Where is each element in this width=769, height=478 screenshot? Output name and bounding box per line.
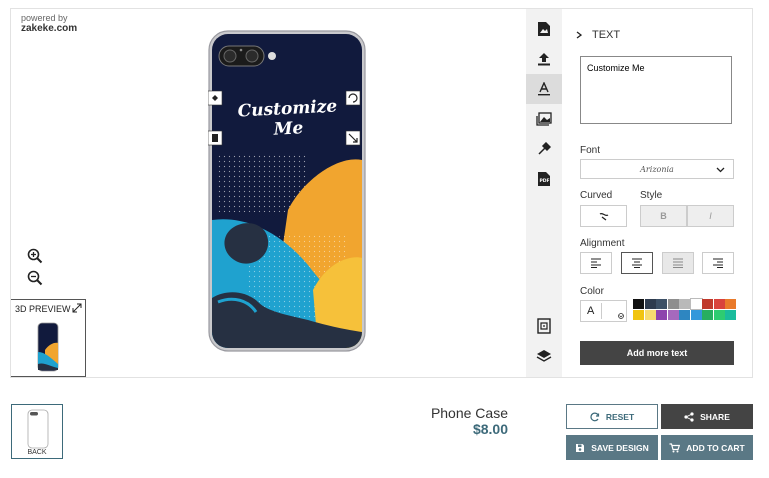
tool-copy[interactable] xyxy=(526,311,562,341)
italic-button[interactable]: I xyxy=(687,205,734,227)
tool-pdf[interactable]: PDF xyxy=(526,164,562,194)
align-justify-button[interactable] xyxy=(662,252,694,274)
curve-text-icon xyxy=(599,212,608,221)
color-swatch[interactable] xyxy=(690,309,702,320)
save-design-button[interactable]: SAVE DESIGN xyxy=(566,435,658,460)
align-left-icon xyxy=(591,258,601,268)
reset-label: RESET xyxy=(605,411,635,422)
zoom-in-icon[interactable] xyxy=(26,247,44,265)
align-center-button[interactable] xyxy=(621,252,653,274)
tool-color-picker[interactable] xyxy=(526,134,562,164)
add-to-cart-label: ADD TO CART xyxy=(686,442,745,453)
chevron-right-icon[interactable] xyxy=(576,31,582,39)
color-swatch[interactable] xyxy=(702,299,713,309)
add-more-text-button[interactable]: Add more text xyxy=(580,341,734,365)
align-right-icon xyxy=(713,258,723,268)
tool-upload[interactable] xyxy=(526,44,562,74)
pdf-icon: PDF xyxy=(538,172,550,186)
design-text-customize-me[interactable]: Customize Me xyxy=(225,96,351,142)
style-label: Style xyxy=(640,190,663,201)
side-thumbnail-back[interactable]: BACK xyxy=(11,404,63,459)
tool-add-image[interactable] xyxy=(526,14,562,44)
refresh-icon xyxy=(590,412,599,421)
share-label: SHARE xyxy=(700,411,730,422)
color-picker-button[interactable]: A xyxy=(580,300,627,322)
color-swatch[interactable] xyxy=(679,309,690,320)
back-side-label: BACK xyxy=(27,449,47,456)
copy-icon xyxy=(537,318,551,334)
color-swatch[interactable] xyxy=(713,309,725,320)
panel-title: TEXT xyxy=(592,29,621,41)
tools-toolbar: PDF xyxy=(526,8,562,378)
color-swatch[interactable] xyxy=(725,309,736,320)
expand-icon[interactable] xyxy=(72,303,82,313)
3d-preview[interactable]: 3D PREVIEW xyxy=(11,299,86,377)
color-swatch[interactable] xyxy=(656,309,667,320)
gallery-icon xyxy=(536,112,552,126)
powered-by-badge[interactable]: powered by zakeke.com xyxy=(21,13,77,34)
font-label: Font xyxy=(580,145,601,156)
text-properties-panel: TEXT Customize Me Font Arizonia Curved S… xyxy=(562,8,753,378)
upload-icon xyxy=(538,53,550,66)
powered-by-label: powered by xyxy=(21,13,68,23)
add-to-cart-button[interactable]: ADD TO CART xyxy=(661,435,753,460)
color-swatch[interactable] xyxy=(667,309,679,320)
cart-icon xyxy=(669,442,681,452)
chevron-down-icon xyxy=(716,167,725,173)
3d-preview-label: 3D PREVIEW xyxy=(15,304,71,314)
color-dropdown-icon xyxy=(618,313,624,319)
color-swatch[interactable] xyxy=(725,299,736,309)
color-swatch[interactable] xyxy=(656,299,667,309)
3d-preview-thumbnail xyxy=(37,322,59,372)
curved-toggle-button[interactable] xyxy=(580,205,627,227)
color-swatch[interactable] xyxy=(689,298,703,310)
save-design-label: SAVE DESIGN xyxy=(591,442,649,453)
svg-text:PDF: PDF xyxy=(540,178,550,184)
phone-case-preview[interactable] xyxy=(208,30,366,352)
tool-layers[interactable] xyxy=(526,341,562,371)
panel-header[interactable]: TEXT xyxy=(576,29,620,41)
font-select[interactable]: Arizonia xyxy=(580,159,734,179)
text-content-input[interactable]: Customize Me xyxy=(580,56,732,124)
color-swatches xyxy=(633,298,736,320)
eyedropper-icon xyxy=(538,142,551,155)
zoom-out-icon[interactable] xyxy=(26,269,44,287)
reset-button[interactable]: RESET xyxy=(566,404,658,429)
color-swatch[interactable] xyxy=(644,299,656,309)
alignment-label: Alignment xyxy=(580,238,625,249)
color-swatch[interactable] xyxy=(713,299,725,309)
font-select-value: Arizonia xyxy=(640,164,674,174)
curved-label: Curved xyxy=(580,190,613,201)
color-label: Color xyxy=(580,286,604,297)
color-preview-letter: A xyxy=(587,305,595,317)
product-name: Phone Case xyxy=(430,405,508,421)
color-swatch[interactable] xyxy=(633,299,644,309)
color-swatch[interactable] xyxy=(679,299,690,309)
align-right-button[interactable] xyxy=(702,252,734,274)
color-swatch[interactable] xyxy=(644,309,656,320)
align-center-icon xyxy=(632,258,642,268)
align-left-button[interactable] xyxy=(580,252,612,274)
color-swatch[interactable] xyxy=(633,309,644,320)
save-icon xyxy=(576,443,585,452)
tool-text[interactable] xyxy=(526,74,562,104)
share-button[interactable]: SHARE xyxy=(661,404,753,429)
share-icon xyxy=(684,411,694,422)
layers-icon xyxy=(536,350,552,362)
align-justify-icon xyxy=(673,258,683,268)
bold-button[interactable]: B xyxy=(640,205,687,227)
design-canvas[interactable]: powered by zakeke.com Customize Me 3D PR… xyxy=(10,8,527,378)
vendor-name: zakeke.com xyxy=(21,23,78,34)
back-side-preview xyxy=(27,409,49,449)
color-swatch[interactable] xyxy=(702,309,713,320)
tool-gallery[interactable] xyxy=(526,104,562,134)
product-price: $8.00 xyxy=(472,421,508,437)
color-swatch[interactable] xyxy=(667,299,679,309)
text-icon xyxy=(538,82,550,96)
image-file-icon xyxy=(538,22,550,36)
